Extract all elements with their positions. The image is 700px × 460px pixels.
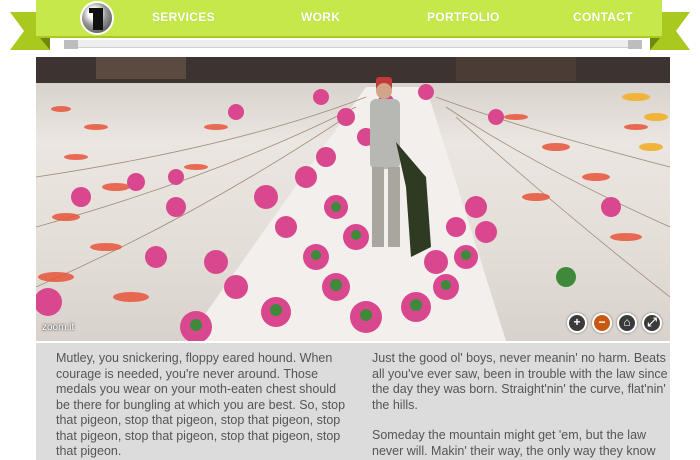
main-nav: SERVICES WORK PORTFOLIO CONTACT bbox=[36, 0, 662, 38]
zoom-controls: + − ⌂ ⤢ bbox=[567, 313, 662, 333]
zoom-out-icon[interactable]: − bbox=[592, 313, 612, 333]
logo-mark-icon bbox=[89, 8, 103, 30]
photo-viewer[interactable]: zoom.it + − ⌂ ⤢ bbox=[36, 57, 670, 341]
paragraph: Someday the mountain might get 'em, but … bbox=[372, 428, 656, 460]
nav-services[interactable]: SERVICES bbox=[152, 10, 215, 24]
zoom-in-icon[interactable]: + bbox=[567, 313, 587, 333]
photo-image bbox=[36, 57, 670, 341]
fullscreen-icon[interactable]: ⤢ bbox=[642, 313, 662, 333]
content-column-right: Just the good ol' boys, never meanin' no… bbox=[372, 351, 668, 460]
logo[interactable] bbox=[80, 1, 114, 35]
paragraph: Just the good ol' boys, never meanin' no… bbox=[372, 351, 668, 412]
nav-sub-strip bbox=[64, 40, 642, 49]
photo-watermark: zoom.it bbox=[42, 322, 75, 333]
nav-work[interactable]: WORK bbox=[301, 10, 340, 24]
content-panel: Mutley, you snickering, floppy eared hou… bbox=[36, 343, 670, 460]
nav-portfolio[interactable]: PORTFOLIO bbox=[427, 10, 500, 24]
paragraph: Mutley, you snickering, floppy eared hou… bbox=[56, 351, 346, 458]
nav-contact[interactable]: CONTACT bbox=[573, 10, 633, 24]
home-icon[interactable]: ⌂ bbox=[617, 313, 637, 333]
content-column-left: Mutley, you snickering, floppy eared hou… bbox=[56, 351, 352, 460]
